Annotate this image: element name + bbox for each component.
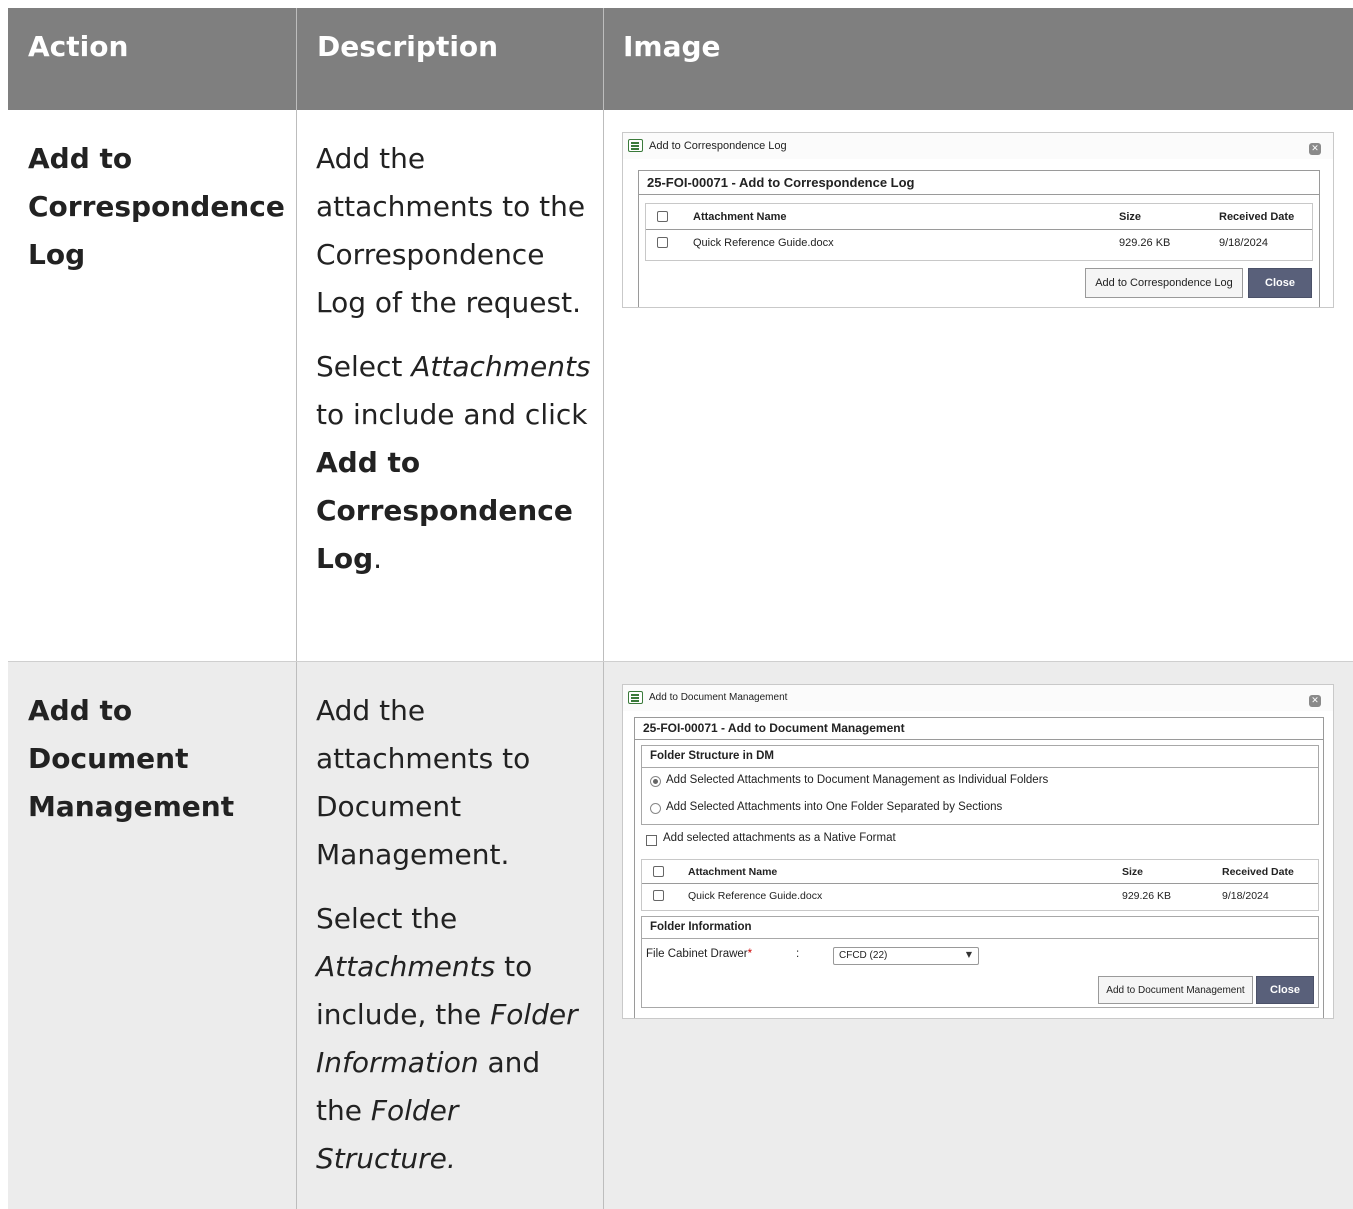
- select-all-checkbox[interactable]: [657, 211, 668, 222]
- image-cell: Add to Correspondence Log ✕ 25-FOI-00071…: [603, 110, 1353, 661]
- description-instruction: Select the Attachments to include, the F…: [316, 895, 591, 1183]
- table-row: Add to Document Management Add the attac…: [8, 662, 1353, 1209]
- label-colon: :: [796, 948, 800, 960]
- action-line: Log: [28, 238, 86, 271]
- individual-folders-radio[interactable]: [650, 776, 661, 787]
- attachment-name: Quick Reference Guide.docx: [693, 237, 834, 249]
- dialog-panel: 25-FOI-00071 - Add to Correspondence Log…: [638, 170, 1320, 307]
- close-icon[interactable]: ✕: [1309, 695, 1321, 707]
- col-size[interactable]: Size: [1119, 211, 1141, 223]
- dialog-title: Add to Correspondence Log: [623, 133, 1333, 159]
- description-paragraph: Add the attachments to the Correspondenc…: [316, 142, 586, 319]
- col-attachment-name[interactable]: Attachment Name: [693, 211, 787, 223]
- individual-folders-label[interactable]: Add Selected Attachments to Document Man…: [666, 774, 1048, 786]
- table-row[interactable]: Quick Reference Guide.docx 929.26 KB 9/1…: [642, 884, 1318, 908]
- row-checkbox[interactable]: [657, 237, 668, 248]
- row-checkbox[interactable]: [653, 890, 664, 901]
- text: Select: [316, 350, 412, 383]
- file-cabinet-drawer-select[interactable]: CFCD (22) ▼: [833, 947, 979, 965]
- action-line: Correspondence: [28, 190, 285, 223]
- attachments-grid: Attachment Name Size Received Date Quick…: [645, 203, 1313, 261]
- chevron-down-icon: ▼: [965, 950, 972, 959]
- image-cell: Add to Document Management ✕ 25-FOI-0007…: [603, 662, 1353, 1209]
- native-format-checkbox[interactable]: [646, 835, 657, 846]
- actions-table: Action Description Image Add to Correspo…: [8, 8, 1353, 1209]
- action-line: Document: [28, 742, 189, 775]
- table-row: Add to Correspondence Log Add the attach…: [8, 110, 1353, 662]
- select-all-checkbox[interactable]: [653, 866, 664, 877]
- attachment-date: 9/18/2024: [1222, 890, 1269, 902]
- add-to-correspondence-log-button[interactable]: Add to Correspondence Log: [1085, 268, 1243, 298]
- col-size[interactable]: Size: [1122, 866, 1143, 878]
- panel-title: 25-FOI-00071 - Add to Correspondence Log: [639, 171, 1319, 195]
- document-management-dialog: Add to Document Management ✕ 25-FOI-0007…: [622, 684, 1334, 1019]
- grid-header-row: Attachment Name Size Received Date: [646, 204, 1312, 230]
- action-cell: Add to Document Management: [8, 662, 296, 1209]
- bold-text: Add to Correspondence Log: [316, 446, 573, 575]
- text: to include and click: [316, 398, 588, 431]
- action-cell: Add to Correspondence Log: [8, 110, 296, 661]
- one-folder-label[interactable]: Add Selected Attachments into One Folder…: [666, 801, 1002, 813]
- header-action: Action: [28, 30, 129, 63]
- dialog-window-icon: [628, 691, 643, 704]
- attachments-grid: Attachment Name Size Received Date Quick…: [641, 859, 1319, 911]
- action-line: Add to: [28, 694, 133, 727]
- grid-header-row: Attachment Name Size Received Date: [642, 860, 1318, 884]
- col-received-date[interactable]: Received Date: [1219, 211, 1294, 223]
- dialog-panel: 25-FOI-00071 - Add to Document Managemen…: [634, 717, 1324, 1018]
- emphasis-text: Attachments: [316, 950, 496, 983]
- action-name: Add to Document Management: [28, 687, 296, 831]
- dialog-title: Add to Document Management: [623, 685, 1333, 711]
- action-line: Add to: [28, 142, 133, 175]
- attachment-size: 929.26 KB: [1122, 890, 1172, 902]
- selected-value: CFCD (22): [839, 950, 888, 961]
- emphasis-text: Attachments: [411, 350, 591, 383]
- description-cell: Add the attachments to the Correspondenc…: [296, 110, 603, 661]
- section-title: Folder Information: [642, 917, 1318, 939]
- add-to-document-management-button[interactable]: Add to Document Management: [1098, 976, 1253, 1004]
- table-row[interactable]: Quick Reference Guide.docx 929.26 KB 9/1…: [646, 230, 1312, 256]
- description-instruction: Select Attachments to include and click …: [316, 343, 591, 583]
- description-cell: Add the attachments to Document Manageme…: [296, 662, 603, 1209]
- close-button[interactable]: Close: [1248, 268, 1312, 298]
- required-marker: *: [747, 948, 753, 960]
- text: .: [373, 542, 383, 575]
- dialog-window-icon: [628, 139, 643, 152]
- text: Select the: [316, 902, 458, 935]
- folder-structure-section: Folder Structure in DM Add Selected Atta…: [641, 745, 1319, 825]
- section-title: Folder Structure in DM: [642, 746, 1318, 768]
- header-description: Description: [296, 8, 603, 110]
- attachment-name: Quick Reference Guide.docx: [688, 890, 823, 902]
- close-button[interactable]: Close: [1256, 976, 1314, 1004]
- native-format-label[interactable]: Add selected attachments as a Native For…: [663, 832, 896, 844]
- col-attachment-name[interactable]: Attachment Name: [688, 866, 777, 878]
- action-line: Management: [28, 790, 235, 823]
- attachment-size: 929.26 KB: [1119, 237, 1171, 249]
- col-received-date[interactable]: Received Date: [1222, 866, 1294, 878]
- description-paragraph: Add the attachments to Document Manageme…: [316, 694, 531, 871]
- table-header: Action Description Image: [8, 8, 1353, 110]
- one-folder-radio[interactable]: [650, 803, 661, 814]
- panel-title: 25-FOI-00071 - Add to Document Managemen…: [635, 718, 1323, 740]
- action-name: Add to Correspondence Log: [28, 135, 296, 279]
- header-image: Image: [603, 8, 1353, 110]
- attachment-date: 9/18/2024: [1219, 237, 1268, 249]
- file-cabinet-drawer-label: File Cabinet Drawer*: [646, 948, 752, 960]
- close-icon[interactable]: ✕: [1309, 143, 1321, 155]
- label-text: File Cabinet Drawer: [646, 948, 748, 960]
- correspondence-log-dialog: Add to Correspondence Log ✕ 25-FOI-00071…: [622, 132, 1334, 308]
- folder-information-section: Folder Information File Cabinet Drawer* …: [641, 916, 1319, 1008]
